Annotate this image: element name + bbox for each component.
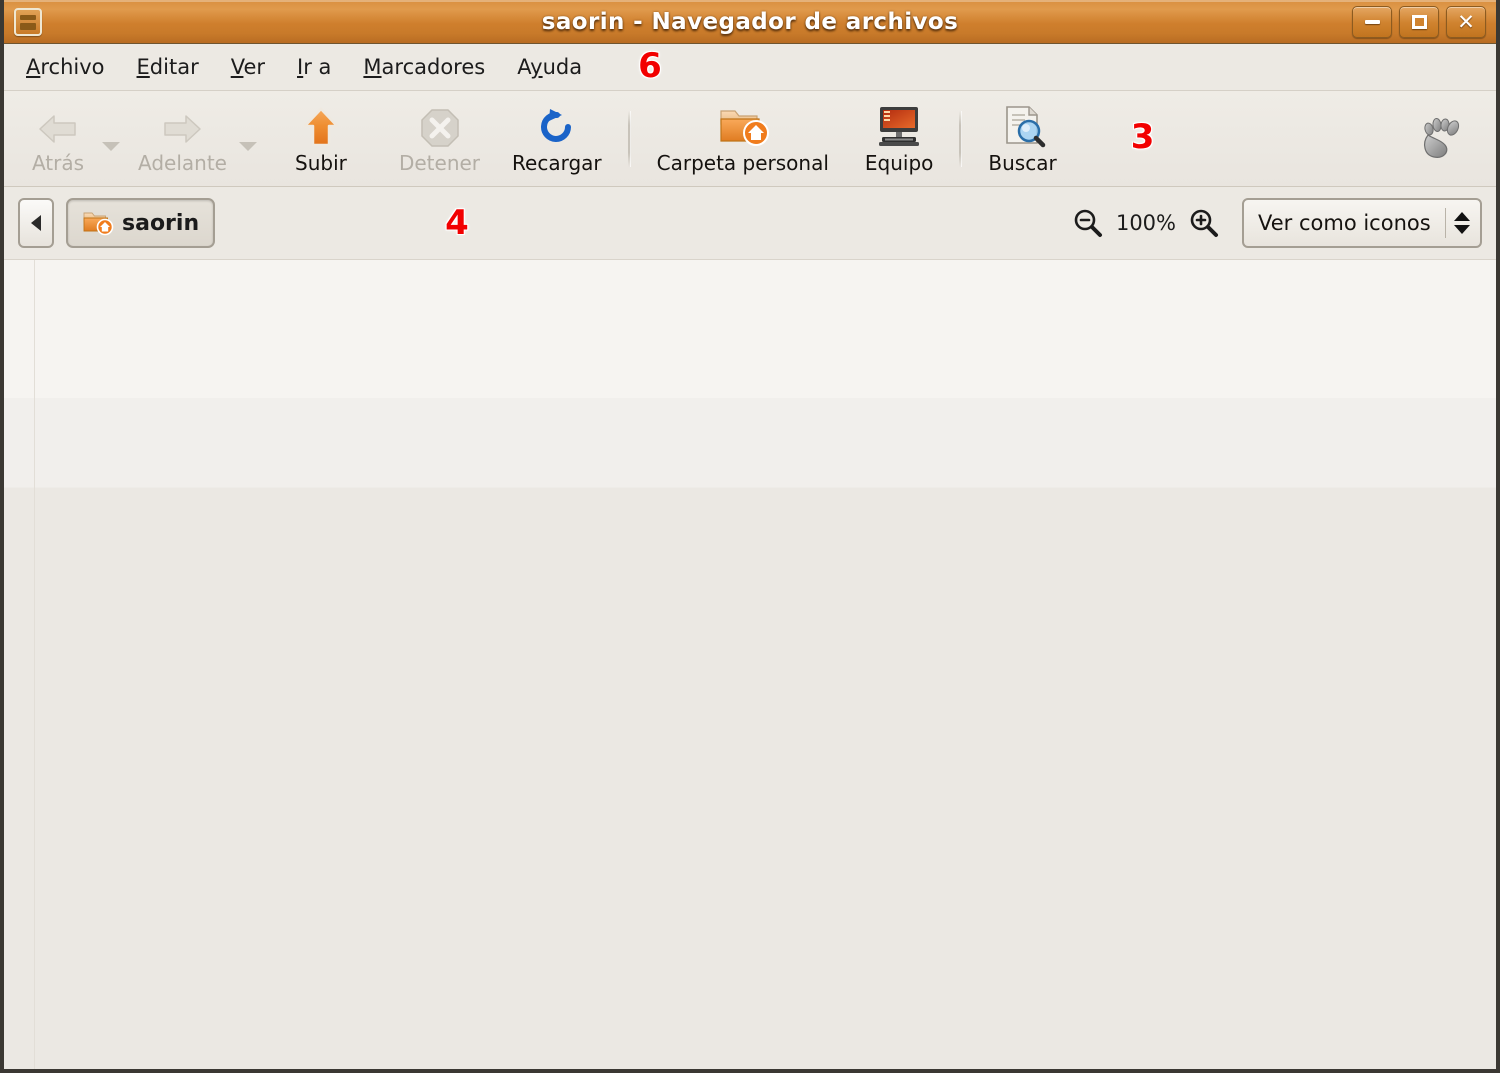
- computer-label: Equipo: [864, 150, 934, 175]
- menu-label-ver: er: [243, 55, 266, 79]
- reload-icon: [536, 103, 578, 149]
- reload-label: Recargar: [512, 150, 602, 175]
- back-arrow-icon: [36, 103, 80, 149]
- location-bar: saorin 4 100% Ver como iconos: [4, 187, 1496, 260]
- back-button[interactable]: Atrás: [16, 103, 100, 175]
- window-controls: ✕: [1352, 6, 1486, 38]
- title-bar: saorin - Navegador de archivos ✕: [4, 0, 1496, 44]
- menu-label-ir-a: r a: [303, 55, 332, 79]
- up-button[interactable]: Subir: [279, 103, 363, 175]
- search-label: Buscar: [988, 150, 1057, 175]
- toolbar-separator-1: [627, 110, 631, 167]
- up-arrow-icon: [300, 103, 342, 149]
- reload-button[interactable]: Recargar: [502, 103, 612, 175]
- menu-item-ayuda[interactable]: Ayuda: [517, 55, 582, 79]
- forward-label: Adelante: [138, 150, 227, 175]
- breadcrumb-button-saorin[interactable]: saorin: [66, 198, 216, 248]
- gnome-foot-icon: [1412, 113, 1466, 165]
- minimize-button[interactable]: [1352, 6, 1392, 38]
- back-label: Atrás: [31, 150, 85, 175]
- view-mode-combobox[interactable]: Ver como iconos: [1242, 198, 1482, 248]
- view-mode-label: Ver como iconos: [1258, 211, 1431, 235]
- sidebar-pane[interactable]: [4, 260, 35, 1069]
- home-folder-label: Carpeta personal: [656, 150, 829, 175]
- stop-button[interactable]: Detener: [389, 103, 490, 175]
- menu-label-marcadores: arcadores: [381, 55, 486, 79]
- computer-button[interactable]: Equipo: [855, 103, 944, 175]
- toolbar-separator-2: [959, 110, 963, 167]
- up-label: Subir: [295, 150, 347, 175]
- toolbar: Atrás Adelante Subir Detener Recargar Ca…: [4, 91, 1496, 187]
- annotation-3: 3: [1130, 116, 1155, 157]
- forward-arrow-icon: [160, 103, 204, 149]
- forward-dropdown-arrow-icon[interactable]: [238, 142, 257, 151]
- spinner-down-icon[interactable]: [1454, 225, 1470, 234]
- menu-label-editar: ditar: [149, 55, 199, 79]
- menu-item-editar[interactable]: Editar: [137, 55, 199, 79]
- search-document-icon: [999, 103, 1047, 149]
- menu-item-ir-a[interactable]: Ir a: [297, 55, 331, 79]
- file-manager-icon: [14, 7, 42, 36]
- annotation-6: 6: [638, 46, 662, 86]
- zoom-level-label: 100%: [1115, 211, 1176, 235]
- menu-label-ayuda-a: A: [517, 55, 531, 79]
- menu-item-ver[interactable]: Ver: [231, 55, 265, 79]
- search-button[interactable]: Buscar: [978, 103, 1066, 175]
- menu-bar: Archivo Editar Ver Ir a Marcadores Ayuda…: [4, 44, 1496, 91]
- content-area: [4, 260, 1496, 1069]
- zoom-controls: 100%: [1072, 207, 1220, 239]
- forward-button[interactable]: Adelante: [128, 103, 237, 175]
- menu-item-archivo[interactable]: Archivo: [26, 55, 105, 79]
- spinner-up-icon[interactable]: [1454, 212, 1470, 221]
- close-icon: ✕: [1457, 9, 1475, 34]
- annotation-4: 4: [445, 203, 469, 243]
- home-folder-button[interactable]: Carpeta personal: [647, 103, 839, 175]
- menu-label-ayuda-b: uda: [542, 55, 583, 79]
- computer-icon: [873, 103, 925, 149]
- home-folder-icon: [715, 103, 771, 149]
- close-button[interactable]: ✕: [1446, 6, 1486, 38]
- window-title: saorin - Navegador de archivos: [541, 8, 959, 35]
- combo-spinner-icon[interactable]: [1454, 212, 1470, 234]
- path-scroll-left-button[interactable]: [18, 198, 54, 248]
- stop-label: Detener: [398, 150, 481, 175]
- file-manager-window: saorin - Navegador de archivos ✕ Archivo…: [0, 0, 1500, 1073]
- zoom-in-icon[interactable]: [1188, 207, 1220, 239]
- breadcrumb-home-folder-icon: [82, 209, 114, 237]
- breadcrumb-label-saorin: saorin: [122, 210, 200, 236]
- zoom-out-icon[interactable]: [1072, 207, 1104, 239]
- menu-item-marcadores[interactable]: Marcadores: [363, 55, 485, 79]
- menu-label-archivo: rchivo: [40, 55, 105, 79]
- file-list-pane[interactable]: [35, 260, 1496, 1069]
- stop-icon: [419, 103, 461, 149]
- combo-divider: [1445, 208, 1446, 238]
- back-dropdown-arrow-icon[interactable]: [102, 142, 120, 151]
- maximize-button[interactable]: [1399, 6, 1439, 38]
